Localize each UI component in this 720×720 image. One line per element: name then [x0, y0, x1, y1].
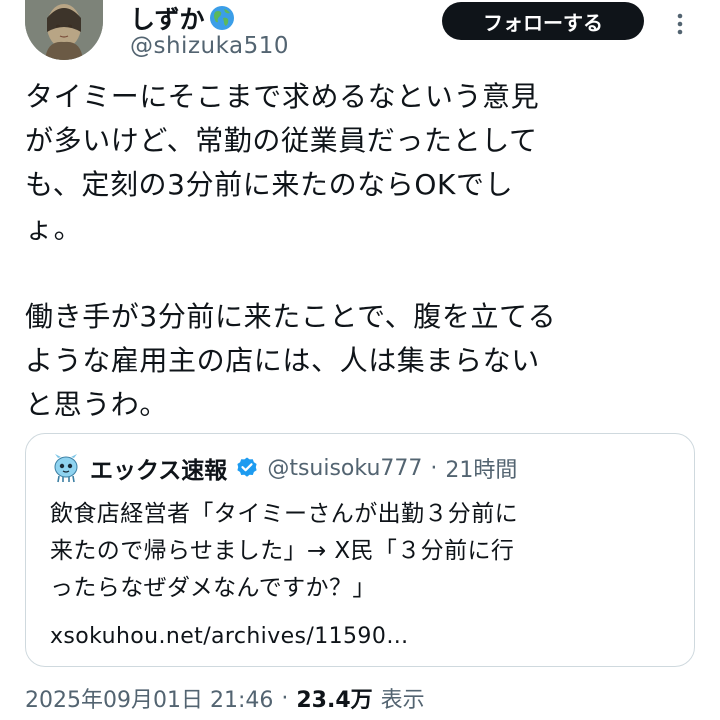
views-count: 23.4万: [296, 688, 373, 713]
quoted-author-avatar-icon[interactable]: [50, 452, 82, 484]
verified-badge-icon: [237, 457, 257, 477]
globe-americas-icon: [209, 6, 234, 30]
tweet-body: タイミーにそこまで求めるなという意見 が多いけど、常勤の従業員だったとして も、…: [25, 75, 697, 427]
avatar-image: [25, 0, 103, 60]
quoted-separator: ·: [430, 455, 438, 481]
quoted-author-name[interactable]: エックス速報: [90, 451, 227, 485]
author-display-name[interactable]: しずか: [130, 0, 205, 36]
quoted-tweet-link[interactable]: xsokuhou.net/archives/11590…: [50, 624, 409, 649]
more-vertical-icon: [677, 13, 683, 35]
meta-separator: ·: [281, 685, 289, 711]
author-avatar[interactable]: [25, 0, 103, 60]
quoted-author-handle[interactable]: @tsuisoku777: [267, 456, 422, 481]
tweet-meta: 2025年09月01日 21:46 · 23.4万 表示: [25, 682, 425, 714]
tweet-timestamp[interactable]: 2025年09月01日 21:46: [25, 682, 273, 714]
views-label: 表示: [380, 688, 425, 713]
tweet-paragraph-2: 働き手が3分前に来たことで、腹を立てる ような雇用主の店には、人は集まらない と…: [25, 300, 557, 421]
more-options-button[interactable]: [668, 12, 692, 36]
quoted-time[interactable]: 21時間: [445, 452, 517, 484]
author-name-row[interactable]: しずか: [130, 0, 235, 36]
quoted-tweet-header: エックス速報 @tsuisoku777 · 21時間: [50, 452, 517, 484]
tweet-page: しずか @shizuka510 フォローする タイミーにそこまで求めるなという意…: [0, 0, 720, 720]
quoted-tweet-text: 飲食店経営者「タイミーさんが出勤３分前に 来たので帰らせました」→ X民「３分前…: [50, 496, 670, 607]
tweet-paragraph-1: タイミーにそこまで求めるなという意見 が多いけど、常勤の従業員だったとして も、…: [25, 80, 540, 245]
quoted-tweet-body: 飲食店経営者「タイミーさんが出勤３分前に 来たので帰らせました」→ X民「３分前…: [50, 501, 518, 601]
quoted-tweet-card[interactable]: エックス速報 @tsuisoku777 · 21時間 飲食店経営者「タイミーさん…: [25, 433, 695, 667]
author-handle[interactable]: @shizuka510: [130, 33, 289, 59]
follow-button[interactable]: フォローする: [442, 2, 644, 40]
